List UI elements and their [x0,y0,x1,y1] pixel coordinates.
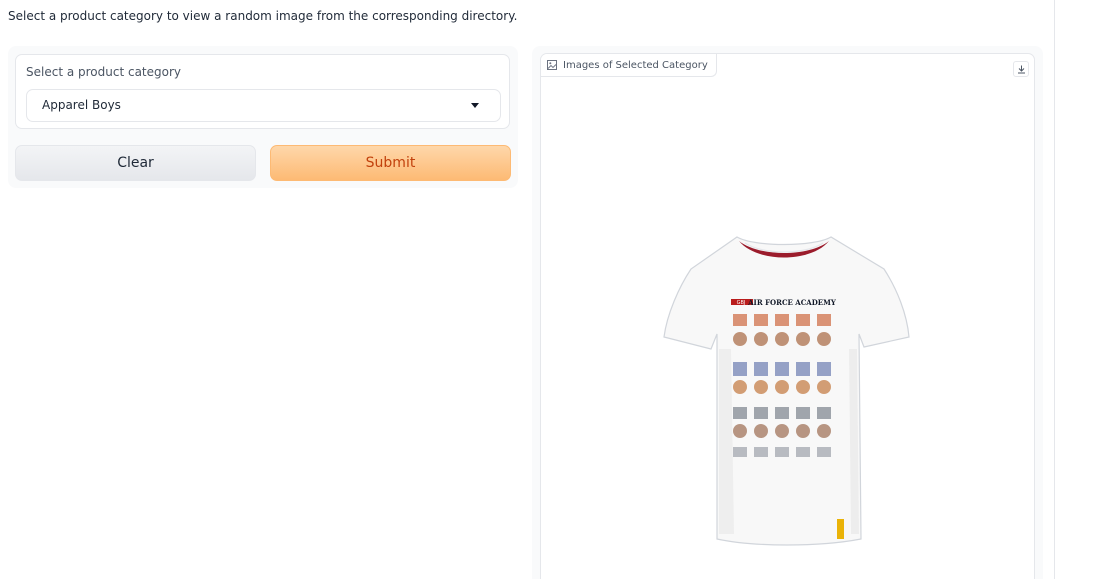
download-icon [1017,65,1025,73]
category-dropdown-label: Select a product category [26,65,182,79]
category-dropdown[interactable]: Apparel Boys [26,89,501,122]
page-divider [1054,0,1055,579]
chevron-down-icon [471,103,479,108]
image-icon [547,60,557,70]
product-image-tshirt: GBJ AIR FORCE ACADEMY [663,236,910,546]
output-image-panel: Images of Selected Category GBJ AIR FORC… [540,53,1035,579]
category-dropdown-block: Select a product category Apparel Boys [15,54,510,129]
print-badge-text: GBJ [737,300,746,306]
submit-button[interactable]: Submit [270,145,511,181]
clear-button[interactable]: Clear [15,145,256,181]
output-panel-label-text: Images of Selected Category [563,59,708,71]
app-page: Select a product category to view a rand… [0,0,1100,579]
category-dropdown-value: Apparel Boys [42,98,121,112]
download-button[interactable] [1013,61,1029,77]
app-description: Select a product category to view a rand… [8,9,518,23]
print-title-text: AIR FORCE ACADEMY [747,298,837,307]
output-panel-label: Images of Selected Category [541,54,717,77]
